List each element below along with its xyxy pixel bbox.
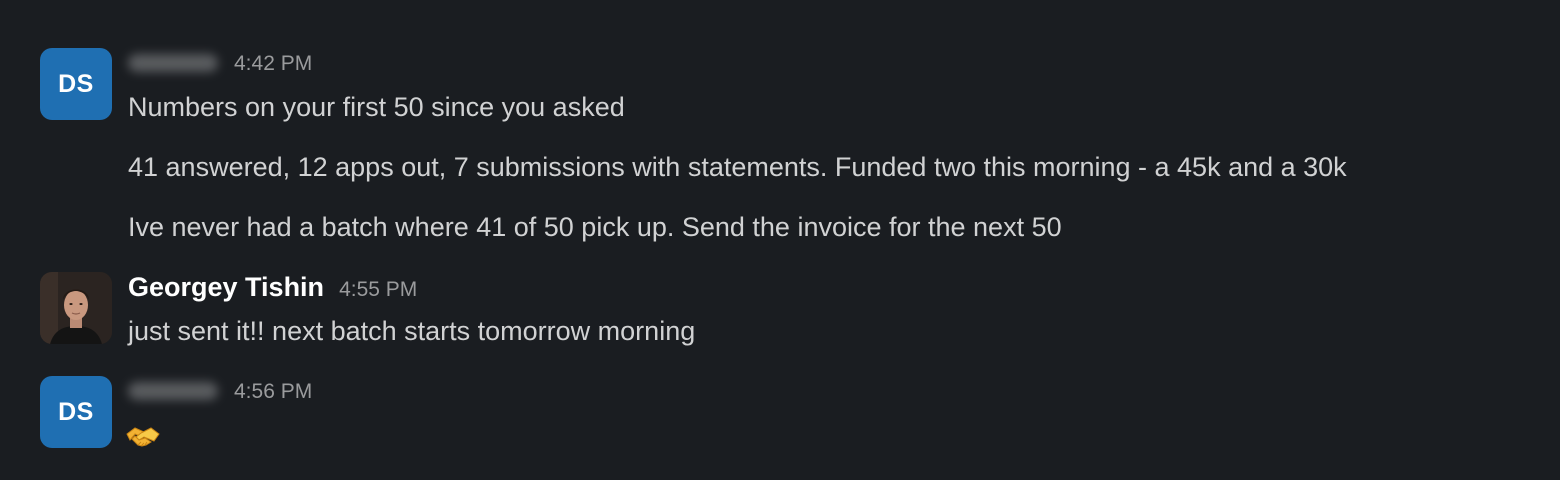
message-header: 4:42 PM	[128, 52, 312, 76]
sender-name-redacted[interactable]	[128, 382, 218, 400]
message-text: Numbers on your first 50 since you asked	[128, 92, 625, 122]
chat-view: { "messages": [ { "avatar_initials": "DS…	[0, 0, 1560, 480]
timestamp[interactable]: 4:42 PM	[234, 52, 312, 76]
avatar[interactable]: DS	[40, 376, 112, 448]
message-text: 41 answered, 12 apps out, 7 submissions …	[128, 152, 1347, 182]
sender-name[interactable]: Georgey Tishin	[128, 272, 324, 303]
sender-name-redacted[interactable]	[128, 54, 218, 72]
avatar[interactable]	[40, 272, 112, 344]
message-header: Georgey Tishin 4:55 PM	[128, 272, 417, 303]
timestamp[interactable]: 4:55 PM	[339, 278, 417, 302]
message-text: Ive never had a batch where 41 of 50 pic…	[128, 212, 1062, 242]
profile-photo-icon	[40, 272, 112, 344]
avatar[interactable]: DS	[40, 48, 112, 120]
message-header: 4:56 PM	[128, 380, 312, 404]
message-text: just sent it!! next batch starts tomorro…	[128, 316, 696, 346]
timestamp[interactable]: 4:56 PM	[234, 380, 312, 404]
handshake-emoji-icon	[126, 427, 160, 447]
